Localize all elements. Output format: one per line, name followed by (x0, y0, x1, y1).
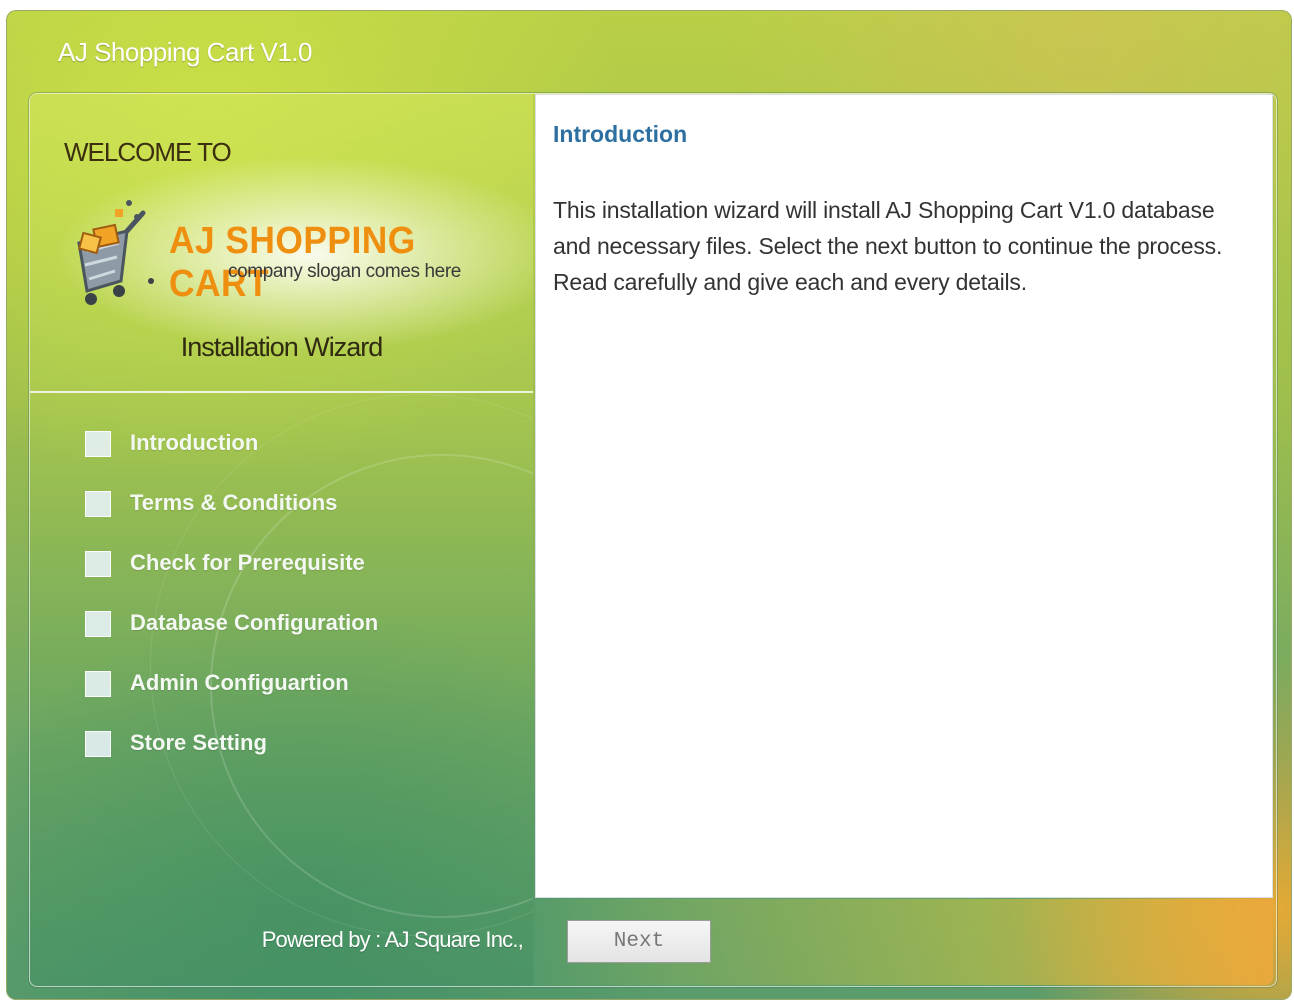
step-label: Check for Prerequisite (130, 550, 365, 575)
welcome-heading: WELCOME TO (64, 137, 232, 167)
step-status-checkbox (85, 671, 111, 697)
sidebar: WELCOME TO AJ SHOPPING CART company slog… (30, 94, 533, 986)
wizard-title: Installation Wizard (180, 332, 384, 362)
step-database-configuration: Database Configuration (85, 609, 378, 669)
company-slogan: company slogan comes here (228, 261, 461, 282)
step-label: Store Setting (130, 730, 267, 755)
next-button[interactable]: Next (567, 920, 711, 963)
step-terms-conditions: Terms & Conditions (85, 489, 378, 549)
step-status-checkbox (85, 551, 111, 577)
window-title: AJ Shopping Cart V1.0 (58, 37, 313, 67)
step-introduction: Introduction (85, 429, 378, 489)
shopping-cart-logo-icon (57, 195, 157, 310)
content-title: Introduction (553, 121, 688, 147)
step-status-checkbox (85, 491, 111, 517)
powered-by-text: Powered by : AJ Square Inc., (261, 927, 524, 952)
installer-window: AJ Shopping Cart V1.0 WELCOME TO AJ SHOP… (6, 10, 1292, 1000)
step-check-prerequisite: Check for Prerequisite (85, 549, 378, 609)
step-label: Admin Configuartion (130, 670, 349, 695)
step-status-checkbox (85, 431, 111, 457)
step-label: Terms & Conditions (130, 490, 338, 515)
content-pane: Introduction This installation wizard wi… (535, 94, 1273, 898)
step-status-checkbox (85, 731, 111, 757)
step-store-setting: Store Setting (85, 729, 378, 789)
step-status-checkbox (85, 611, 111, 637)
step-label: Database Configuration (130, 610, 379, 635)
step-admin-configuration: Admin Configuartion (85, 669, 378, 729)
wizard-steps-list: Introduction Terms & Conditions Check fo… (85, 429, 378, 789)
sidebar-divider (30, 391, 533, 393)
wizard-panel: WELCOME TO AJ SHOPPING CART company slog… (29, 93, 1277, 987)
step-label: Introduction (130, 430, 259, 455)
content-body: This installation wizard will install AJ… (553, 197, 1223, 295)
footer-bar: Next (535, 899, 1273, 985)
